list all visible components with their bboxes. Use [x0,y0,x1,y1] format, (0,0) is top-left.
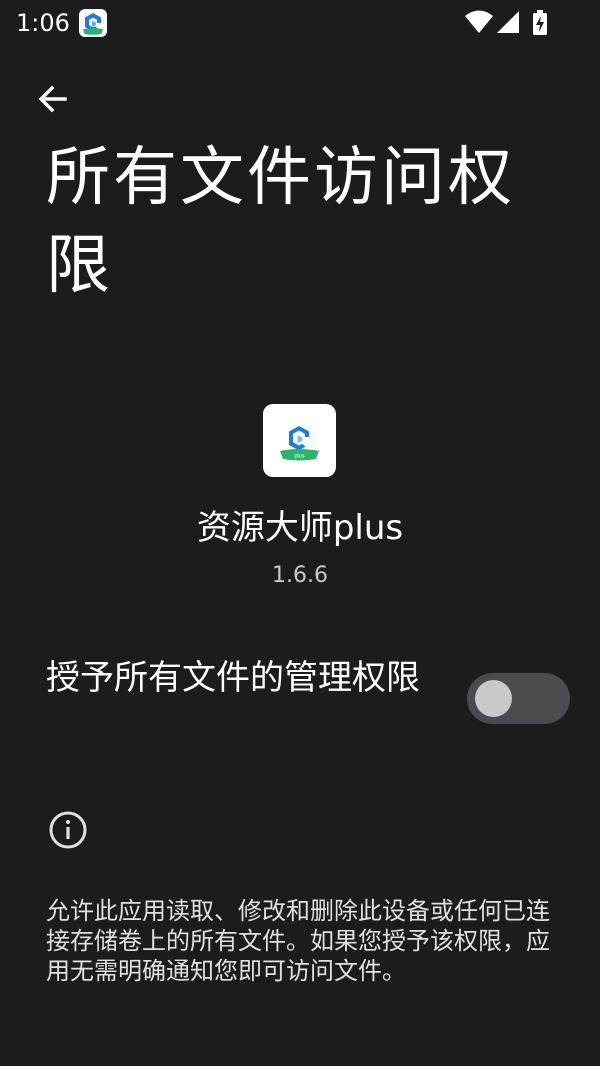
app-icon-badge-text: plus [294,454,304,460]
app-notification-icon [79,9,107,37]
app-name: 资源大师plus [196,508,404,548]
toggle-label: 授予所有文件的管理权限 [46,658,420,698]
status-time: 1:06 [16,9,70,37]
page-title: 所有文件访问权限 [46,141,515,303]
info-icon [49,811,87,849]
all-files-access-switch[interactable] [467,673,570,724]
back-button[interactable] [28,74,78,124]
app-icon: plus [263,404,336,477]
app-version: 1.6.6 [272,563,328,588]
switch-thumb [475,680,512,717]
cellular-signal-icon [497,11,519,33]
wifi-icon [465,10,493,33]
all-files-access-toggle-row[interactable]: 授予所有文件的管理权限 [0,650,600,750]
permission-description: 允许此应用读取、修改和删除此设备或任何已连接存储卷上的所有文件。如果您授予该权限… [46,897,550,985]
status-bar: 1:06 [0,0,600,48]
battery-charging-icon [533,10,547,35]
arrow-left-icon [38,85,67,113]
